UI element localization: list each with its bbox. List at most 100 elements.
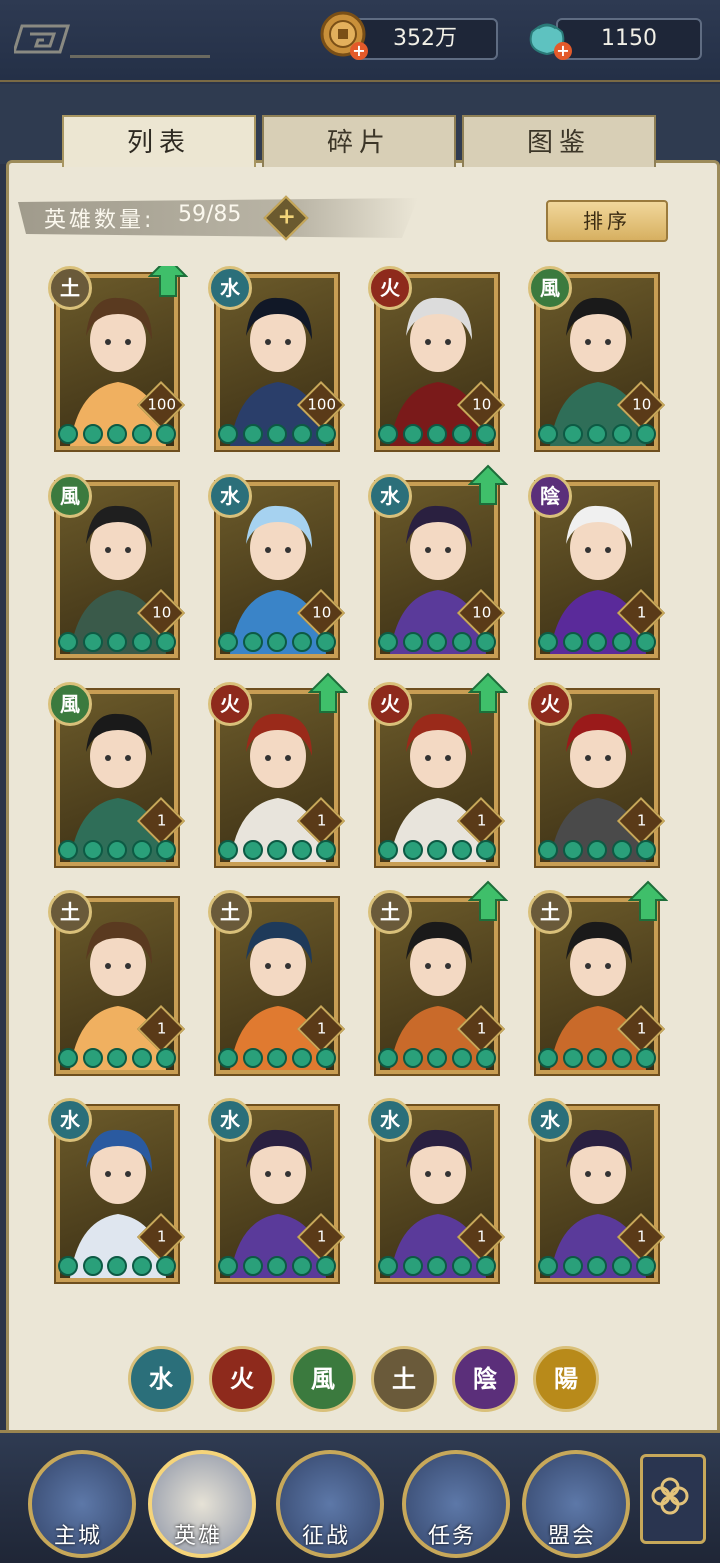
tab-list[interactable]: 列表	[62, 115, 256, 167]
hero-card[interactable]: 水 10	[368, 464, 508, 660]
element-badge: 風	[48, 682, 92, 726]
element-badge: 水	[48, 1098, 92, 1142]
jade-star-icon	[562, 1256, 583, 1276]
jade-star-icon	[538, 632, 558, 652]
element-filter-yin[interactable]: 陰	[452, 1346, 518, 1412]
star-rating	[58, 1256, 176, 1278]
jade-star-icon	[291, 424, 312, 444]
jade-star-icon	[538, 424, 558, 444]
jade-star-icon	[218, 1256, 238, 1276]
jade-star-icon	[58, 1048, 78, 1068]
jade-star-icon	[156, 1048, 176, 1068]
jade-star-icon	[402, 1048, 423, 1068]
jade-star-icon	[267, 424, 287, 444]
jade-star-icon	[378, 424, 398, 444]
level-value: 1	[636, 1227, 647, 1246]
hero-card[interactable]: 火 1	[528, 682, 666, 868]
jade-star-icon	[218, 1048, 238, 1068]
element-badge: 火	[208, 682, 252, 726]
jade-star-icon	[242, 424, 263, 444]
hero-card[interactable]: 水 1	[528, 1098, 666, 1284]
jade-star-icon	[378, 632, 398, 652]
hero-card[interactable]: 火 1	[368, 672, 508, 868]
hero-card[interactable]: 風 10	[48, 474, 186, 660]
jade-star-icon	[451, 632, 472, 652]
star-rating	[378, 632, 496, 654]
sort-button[interactable]: 排序	[546, 200, 668, 242]
menu-logo-icon[interactable]	[14, 22, 70, 56]
hero-card[interactable]: 土 1	[208, 890, 346, 1076]
jade-star-icon	[538, 1048, 558, 1068]
hero-card[interactable]: 土 100	[48, 266, 188, 452]
hero-card[interactable]: 風 1	[48, 682, 186, 868]
element-filter-water[interactable]: 水	[128, 1346, 194, 1412]
gem-counter[interactable]: 1150	[556, 18, 702, 60]
add-coin-button[interactable]: +	[350, 42, 368, 60]
star-rating	[58, 840, 176, 862]
tab-fragments[interactable]: 碎片	[262, 115, 456, 167]
hero-card[interactable]: 水 1	[368, 1098, 506, 1284]
jade-star-icon	[316, 424, 336, 444]
nav-label: 盟会	[547, 1524, 596, 1549]
hero-card[interactable]: 土 1	[368, 880, 508, 1076]
hero-card[interactable]: 火 10	[368, 266, 506, 452]
star-rating	[378, 1256, 496, 1278]
element-filter-fire[interactable]: 火	[209, 1346, 275, 1412]
jade-star-icon	[562, 840, 583, 860]
hero-card[interactable]: 土 1	[48, 890, 186, 1076]
jade-star-icon	[107, 1256, 127, 1276]
jade-star-icon	[131, 1048, 152, 1068]
jade-star-icon	[316, 840, 336, 860]
level-value: 10	[472, 603, 492, 622]
tab-codex[interactable]: 图鉴	[462, 115, 656, 167]
jade-star-icon	[156, 1256, 176, 1276]
more-menu-button[interactable]	[640, 1454, 706, 1544]
hero-card[interactable]: 火 1	[208, 672, 348, 868]
jade-star-icon	[82, 632, 103, 652]
nav-label: 英雄	[173, 1524, 222, 1549]
jade-star-icon	[131, 840, 152, 860]
jade-star-icon	[58, 840, 78, 860]
hero-card[interactable]: 土 1	[528, 880, 668, 1076]
element-badge: 水	[368, 1098, 412, 1142]
jade-star-icon	[538, 1256, 558, 1276]
jade-star-icon	[291, 1256, 312, 1276]
element-badge: 土	[368, 890, 412, 934]
hero-card[interactable]: 風 10	[528, 266, 666, 452]
element-filter-wind[interactable]: 風	[290, 1346, 356, 1412]
jade-star-icon	[476, 632, 496, 652]
upgrade-arrow-icon	[468, 880, 508, 921]
upgrade-arrow-icon	[148, 266, 188, 297]
hero-card[interactable]: 水 1	[208, 1098, 346, 1284]
level-value: 1	[636, 811, 647, 830]
element-filter-earth[interactable]: 土	[371, 1346, 437, 1412]
jade-star-icon	[242, 632, 263, 652]
element-badge: 水	[208, 266, 252, 310]
jade-star-icon	[402, 1256, 423, 1276]
jade-star-icon	[156, 424, 176, 444]
hero-card[interactable]: 水 10	[208, 474, 346, 660]
jade-star-icon	[82, 1256, 103, 1276]
hero-card[interactable]: 水 100	[208, 266, 346, 452]
level-value: 1	[316, 1019, 327, 1038]
jade-star-icon	[451, 1048, 472, 1068]
jade-star-icon	[636, 1256, 656, 1276]
jade-star-icon	[267, 840, 287, 860]
jade-star-icon	[378, 840, 398, 860]
jade-star-icon	[131, 1256, 152, 1276]
star-rating	[218, 632, 336, 654]
jade-star-icon	[538, 840, 558, 860]
level-value: 1	[476, 811, 487, 830]
jade-star-icon	[267, 1256, 287, 1276]
hero-card[interactable]: 水 1	[48, 1098, 186, 1284]
add-gem-button[interactable]: +	[554, 42, 572, 60]
star-rating	[378, 840, 496, 862]
level-value: 1	[476, 1227, 487, 1246]
jade-star-icon	[562, 424, 583, 444]
hero-card[interactable]: 陰 1	[528, 474, 666, 660]
jade-star-icon	[611, 1048, 632, 1068]
element-filter-yang[interactable]: 陽	[533, 1346, 599, 1412]
element-badge: 風	[528, 266, 572, 310]
coin-counter[interactable]: 352万	[352, 18, 498, 60]
element-badge: 水	[208, 1098, 252, 1142]
